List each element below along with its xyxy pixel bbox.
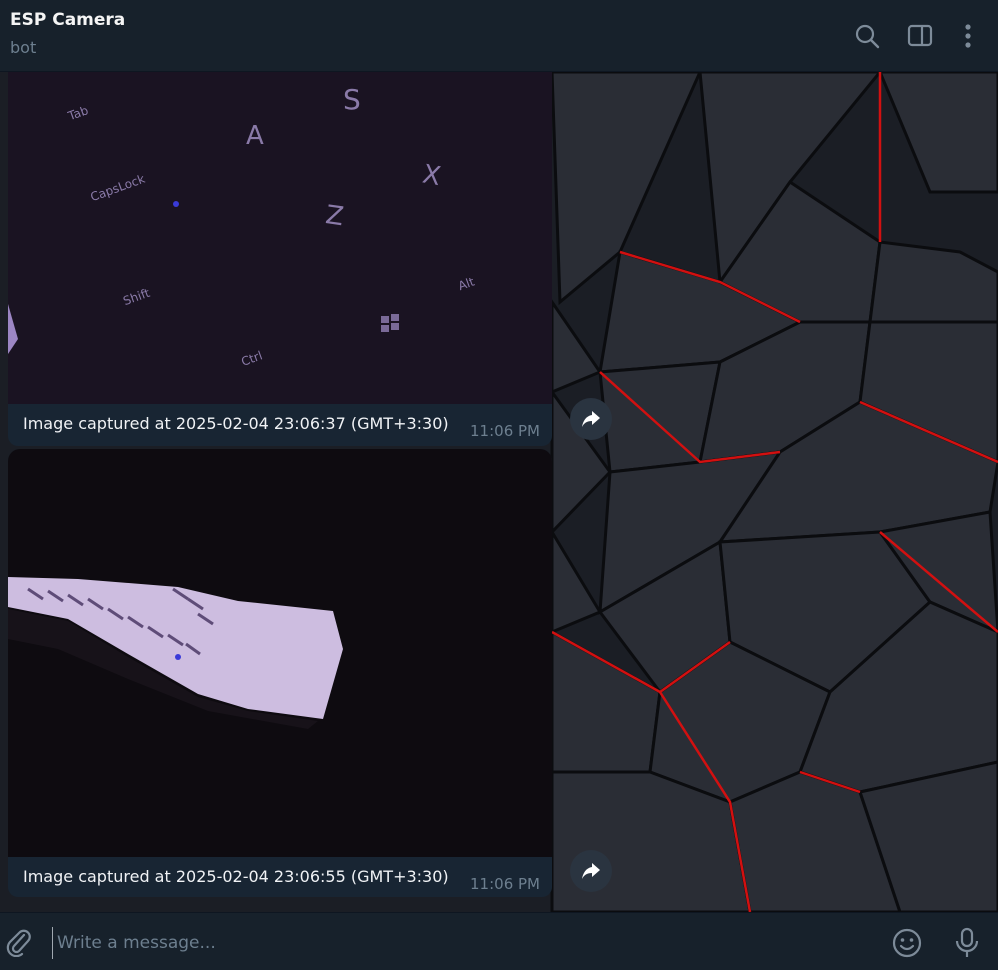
forward-icon [582,863,600,879]
svg-text:A: A [246,121,264,151]
microphone-icon[interactable] [953,927,981,963]
svg-text:S: S [343,83,361,116]
message-time: 11:06 PM [470,422,540,440]
chat-title[interactable]: ESP Camera [10,10,125,30]
message-caption: Image captured at 2025-02-04 23:06:37 (G… [23,414,449,433]
message-bubble[interactable]: S A X Z CapsLock Tab Shift Ctrl Alt Imag… [8,72,552,446]
chat-header: ESP Camera bot [0,0,998,72]
forward-button[interactable] [570,398,612,440]
captured-photo[interactable]: S A X Z CapsLock Tab Shift Ctrl Alt [8,72,552,404]
forward-button[interactable] [570,850,612,892]
search-icon[interactable] [853,22,881,50]
more-vertical-icon[interactable] [955,22,983,50]
sidebar-toggle-icon[interactable] [906,22,934,50]
paperclip-icon[interactable] [4,927,34,961]
chat-area[interactable]: S A X Z CapsLock Tab Shift Ctrl Alt Imag… [0,72,998,912]
captured-photo[interactable] [8,449,552,857]
message-time: 11:06 PM [470,875,540,893]
chat-subtitle: bot [10,38,37,57]
emoji-icon[interactable] [892,928,922,962]
forward-icon [582,411,600,427]
message-composer [0,912,998,970]
message-caption: Image captured at 2025-02-04 23:06:55 (G… [23,867,449,886]
message-input[interactable] [52,927,879,959]
message-bubble[interactable]: Image captured at 2025-02-04 23:06:55 (G… [8,449,552,897]
